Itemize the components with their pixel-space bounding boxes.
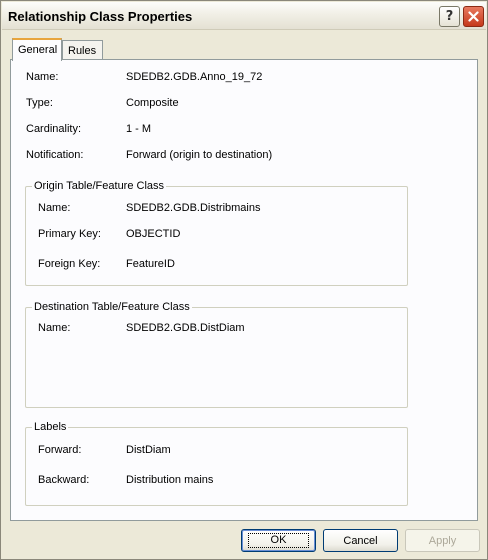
cardinality-value: 1 - M xyxy=(126,123,152,135)
name-value: SDEDB2.GDB.Anno_19_72 xyxy=(126,71,263,83)
name-label: Name: xyxy=(26,71,59,83)
forward-value: DistDiam xyxy=(126,444,171,456)
notification-value: Forward (origin to destination) xyxy=(126,149,273,161)
primary-key-value: OBJECTID xyxy=(126,228,181,240)
origin-group: Origin Table/Feature Class Name: SDEDB2.… xyxy=(25,180,408,286)
tab-rules[interactable]: Rules xyxy=(62,40,103,60)
backward-label: Backward: xyxy=(38,474,90,486)
general-tab-panel: Name: SDEDB2.GDB.Anno_19_72 Type: Compos… xyxy=(10,59,478,521)
apply-button[interactable]: Apply xyxy=(405,529,480,552)
tab-general[interactable]: General xyxy=(12,38,62,61)
origin-group-title: Origin Table/Feature Class xyxy=(32,180,167,192)
destination-group-title: Destination Table/Feature Class xyxy=(32,301,192,313)
apply-button-label: Apply xyxy=(428,534,457,547)
destination-group: Destination Table/Feature Class Name: SD… xyxy=(25,301,408,408)
primary-key-label: Primary Key: xyxy=(38,228,101,240)
dialog-window: Relationship Class Properties ? General … xyxy=(0,0,488,560)
labels-group: Labels Forward: DistDiam Backward: Distr… xyxy=(25,421,408,506)
cardinality-label: Cardinality: xyxy=(26,123,82,135)
tab-rules-label: Rules xyxy=(68,45,97,57)
tab-general-label: General xyxy=(18,44,58,56)
backward-value: Distribution mains xyxy=(126,474,214,486)
labels-group-title: Labels xyxy=(32,421,69,433)
help-icon: ? xyxy=(445,9,454,24)
forward-label: Forward: xyxy=(38,444,82,456)
close-button[interactable] xyxy=(463,6,484,27)
notification-label: Notification: xyxy=(26,149,84,161)
type-label: Type: xyxy=(26,97,53,109)
cancel-button-label: Cancel xyxy=(343,534,378,547)
title-bar[interactable]: Relationship Class Properties ? xyxy=(2,2,486,30)
origin-name-value: SDEDB2.GDB.Distribmains xyxy=(126,202,261,214)
foreign-key-label: Foreign Key: xyxy=(38,258,101,270)
close-icon xyxy=(468,11,479,22)
ok-button[interactable]: OK xyxy=(241,529,316,552)
type-value: Composite xyxy=(126,97,179,109)
help-button[interactable]: ? xyxy=(439,6,460,27)
foreign-key-value: FeatureID xyxy=(126,258,175,270)
origin-name-label: Name: xyxy=(38,202,71,214)
destination-name-value: SDEDB2.GDB.DistDiam xyxy=(126,322,245,334)
destination-name-label: Name: xyxy=(38,322,71,334)
cancel-button[interactable]: Cancel xyxy=(323,529,398,552)
window-title: Relationship Class Properties xyxy=(8,9,193,24)
ok-button-label: OK xyxy=(247,533,310,548)
